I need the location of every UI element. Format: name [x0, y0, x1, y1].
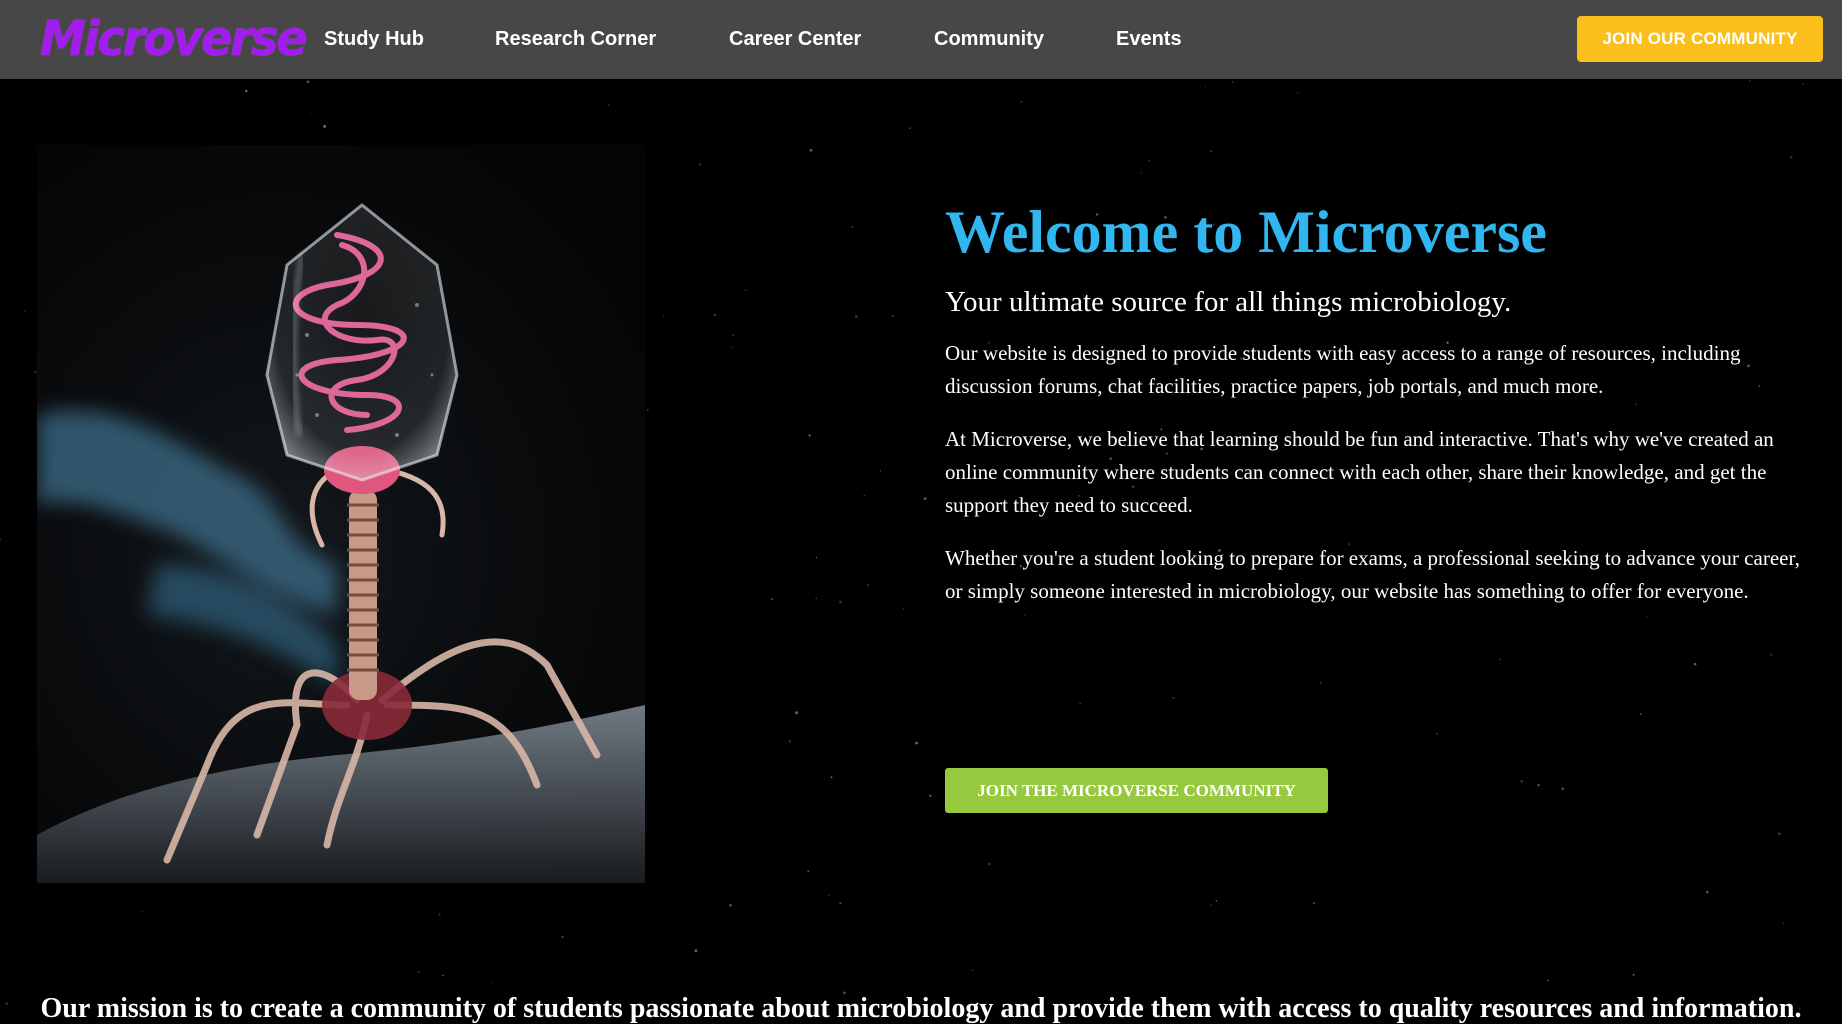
hero-section: Welcome to Microverse Your ultimate sour… — [0, 79, 1842, 1024]
nav-item-study-hub[interactable]: Study Hub — [324, 27, 424, 51]
join-community-button[interactable]: JOIN OUR COMMUNITY — [1577, 16, 1823, 62]
join-microverse-button[interactable]: JOIN THE MICROVERSE COMMUNITY — [945, 768, 1328, 813]
hero-title: Welcome to Microverse — [945, 199, 1547, 265]
mission-statement: Our mission is to create a community of … — [40, 993, 1802, 1024]
nav-item-events[interactable]: Events — [1116, 27, 1182, 51]
bacteriophage-illustration — [37, 203, 645, 883]
nav-item-career-center[interactable]: Career Center — [729, 27, 861, 51]
hero-text-block: Welcome to Microverse Your ultimate sour… — [945, 194, 1815, 813]
hero-subtitle: Your ultimate source for all things micr… — [945, 286, 1512, 318]
main-nav: Study Hub Research Corner Career Center … — [0, 0, 1842, 79]
top-navbar: Microverse Study Hub Research Corner Car… — [0, 0, 1842, 79]
hero-paragraph-audience: Whether you're a student looking to prep… — [945, 546, 1800, 603]
hero-paragraph-resources: Our website is designed to provide stude… — [945, 341, 1741, 398]
nav-item-community[interactable]: Community — [934, 27, 1044, 51]
nav-item-research-corner[interactable]: Research Corner — [495, 27, 656, 51]
hero-paragraph-community: At Microverse, we believe that learning … — [945, 427, 1774, 517]
bacteriophage-image — [37, 145, 645, 883]
